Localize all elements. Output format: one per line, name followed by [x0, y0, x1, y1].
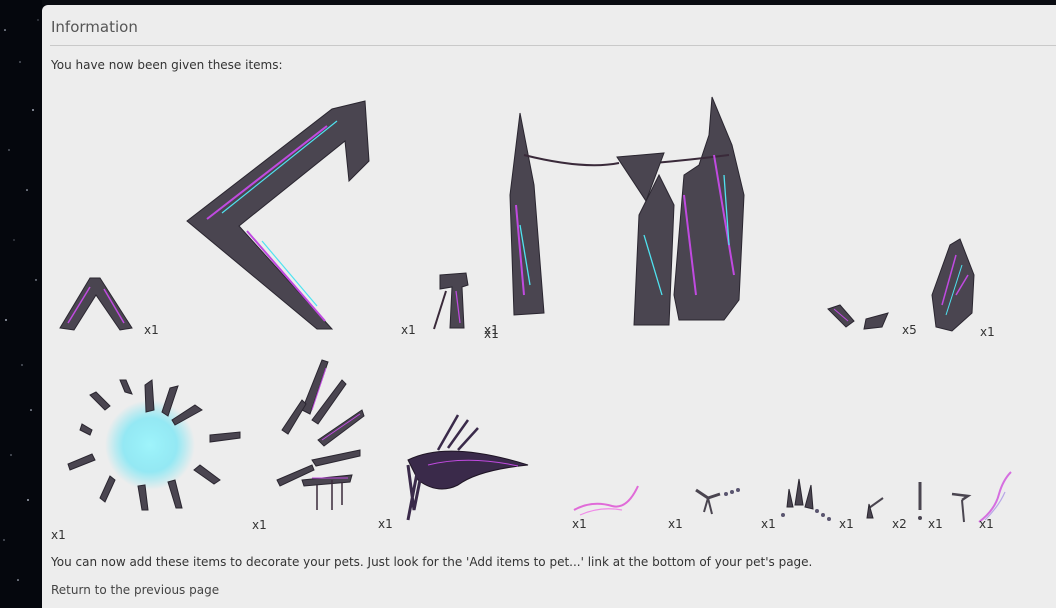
- small-rune-stone-arch-icon: [59, 277, 133, 331]
- item-quantity: x1: [761, 517, 776, 531]
- item-rune-boulder: x1: [926, 235, 1006, 339]
- item-crystal-wings: x1: [252, 350, 382, 532]
- dark-feather-wing-icon: [406, 414, 529, 521]
- item-quantity: x1: [484, 327, 499, 341]
- item-feather-wing: x1: [378, 410, 568, 531]
- item-quantity: x1: [378, 517, 393, 531]
- intro-text: You have now been given these items:: [51, 58, 283, 72]
- item-quantity: x1: [979, 517, 994, 531]
- title-divider: [50, 45, 1056, 46]
- item-quantity: x1: [928, 517, 943, 531]
- glowing-crystal-ring-icon: [67, 379, 241, 511]
- item-quantity: x1: [51, 528, 66, 542]
- item-quantity: x5: [902, 323, 917, 337]
- item-quantity: x1: [572, 517, 587, 531]
- information-panel: Information You have now been given thes…: [42, 5, 1056, 608]
- rune-stone-shard-icon: [827, 304, 889, 330]
- pink-wisp-icon: [573, 485, 639, 516]
- item-quantity: x1: [401, 323, 416, 337]
- beaded-chain-icon: [695, 488, 740, 515]
- item-large-stone-arch: x1: [186, 100, 417, 337]
- item-quantity: x1: [980, 325, 995, 339]
- item-stone-shards: x5: [826, 301, 918, 337]
- rune-boulder-icon: [931, 238, 975, 332]
- item-quantity: x2: [892, 517, 907, 531]
- item-monolith-garland: x1: [484, 95, 824, 341]
- large-rune-stone-arch-icon: [186, 100, 370, 330]
- starfield-background: [0, 0, 42, 608]
- crystal-necklace-icon: [781, 478, 831, 521]
- item-crystal-ring: x1: [50, 379, 250, 545]
- item-small-stone-arch: x1: [59, 273, 159, 337]
- rune-stone-post-icon: [433, 272, 469, 330]
- panel-title: Information: [51, 18, 138, 36]
- item-quantity: x1: [144, 323, 159, 337]
- rune-monolith-garland-icon: [509, 96, 745, 326]
- instructions-text: You can now add these items to decorate …: [51, 555, 813, 569]
- item-quantity: x1: [668, 517, 683, 531]
- return-link[interactable]: Return to the previous page: [51, 583, 219, 597]
- item-quantity: x1: [839, 517, 854, 531]
- small-charm-icon: [866, 497, 884, 519]
- item-pink-wisp-tail: x1: [977, 470, 1052, 531]
- item-quantity: x1: [252, 518, 267, 532]
- crystal-wings-icon: [276, 359, 365, 510]
